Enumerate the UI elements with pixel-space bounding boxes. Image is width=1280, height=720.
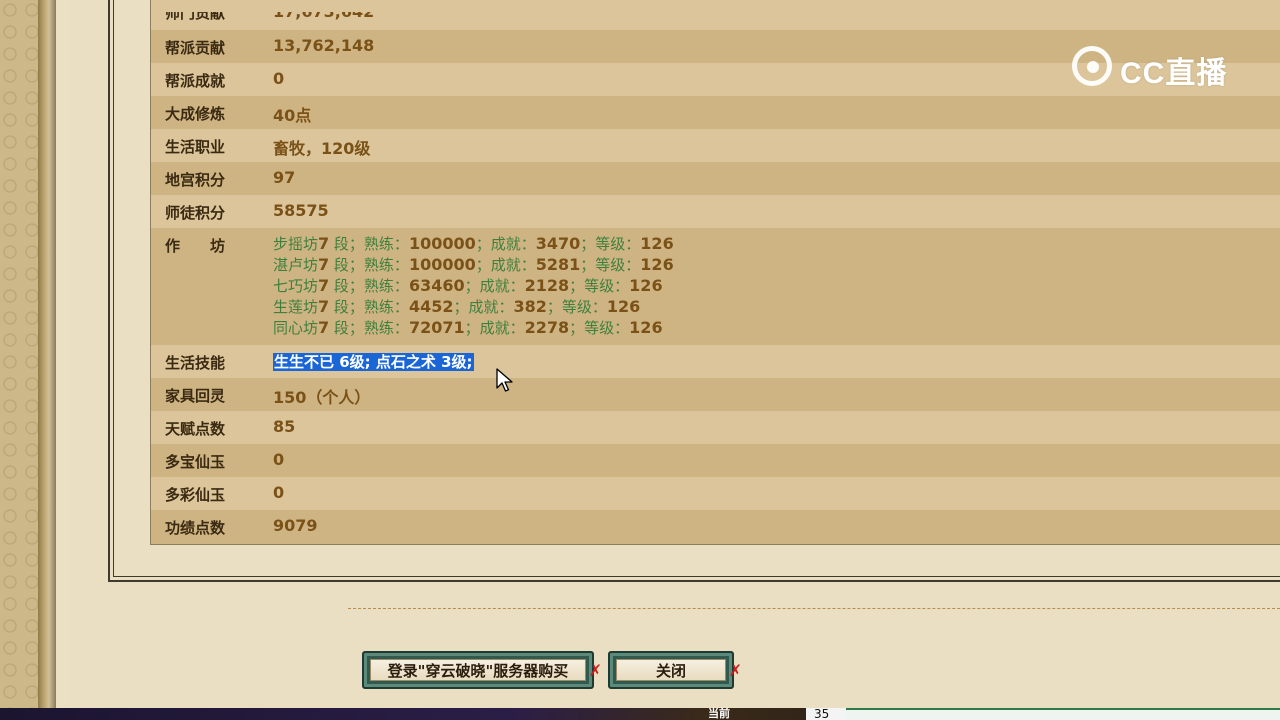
close-button[interactable]: 关闭 ✗ (608, 651, 742, 689)
ribbon-icon: ✗ (728, 661, 742, 680)
cc-live-logo: CC直播 (1070, 44, 1242, 92)
row-label: 作 坊 (165, 237, 226, 255)
row-label: 生活职业 (165, 138, 226, 156)
row-label: 多宝仙玉 (165, 453, 226, 471)
row-label: 帮派贡献 (165, 39, 226, 57)
table-row: 天赋点数 85 (151, 411, 1280, 444)
row-value: 17,673,642 (273, 2, 375, 21)
table-row: 大成修炼 40点 (151, 96, 1280, 129)
row-value: 0 (273, 69, 285, 88)
table-row: 生活技能 生生不已 6级; 点石之术 3级; (151, 345, 1280, 378)
table-row: 师徒积分 58575 (151, 195, 1280, 228)
row-label: 家具回灵 (165, 387, 226, 405)
table-row: 地宫积分 97 (151, 162, 1280, 195)
row-value: 58575 (273, 201, 329, 220)
buy-on-server-button[interactable]: 登录"穿云破晓"服务器购买 ✗ (362, 651, 602, 689)
row-value: 97 (273, 168, 296, 187)
row-value: 85 (273, 417, 296, 436)
game-bottom-bar: 当前 35 (0, 708, 1280, 720)
cc-logo-icon (1072, 46, 1112, 86)
row-value: 畜牧，120级 (273, 139, 371, 158)
row-label: 大成修炼 (165, 105, 226, 123)
row-value: 0 (273, 450, 285, 469)
table-row: 多宝仙玉 0 (151, 444, 1280, 477)
row-label: 帮派成就 (165, 72, 226, 90)
left-border-inner (56, 0, 71, 710)
bottom-panel (846, 708, 1280, 720)
row-value: 0 (273, 483, 285, 502)
table-row: 多彩仙玉 0 (151, 477, 1280, 510)
row-label: 多彩仙玉 (165, 486, 226, 504)
selected-text[interactable]: 生生不已 6级; 点石之术 3级; (273, 353, 474, 371)
table-row: 生活职业 畜牧，120级 (151, 129, 1280, 162)
workshop-line: 湛卢坊7 段；熟练：100000；成就：5281；等级：126 (273, 255, 674, 274)
close-button-label[interactable]: 关闭 (616, 659, 726, 681)
workshop-row: 作 坊 步摇坊7 段；熟练：100000；成就：3470；等级：126 湛卢坊7… (151, 228, 1280, 345)
row-value: 40点 (273, 106, 312, 125)
buy-on-server-button-label[interactable]: 登录"穿云破晓"服务器购买 (370, 659, 586, 681)
table-row: 师门贡献 17,673,642 (151, 0, 1280, 30)
divider (348, 608, 1280, 609)
row-label: 功绩点数 (165, 519, 226, 537)
mouse-cursor-icon (496, 368, 513, 392)
table-row: 家具回灵 150（个人） (151, 378, 1280, 411)
workshop-line: 同心坊7 段；熟练：72071；成就：2278；等级：126 (273, 318, 663, 337)
row-value: 13,762,148 (273, 36, 375, 55)
left-border (38, 0, 56, 710)
ribbon-icon: ✗ (588, 661, 602, 680)
row-label: 天赋点数 (165, 420, 226, 438)
row-label: 师门贡献 (165, 4, 226, 22)
bottom-tag: 当前 (708, 707, 730, 720)
row-label: 地宫积分 (165, 171, 226, 189)
workshop-line: 步摇坊7 段；熟练：100000；成就：3470；等级：126 (273, 234, 674, 253)
bottom-number: 35 (806, 708, 850, 720)
life-skill-value[interactable]: 生生不已 6级; 点石之术 3级; (273, 351, 474, 372)
row-label: 师徒积分 (165, 204, 226, 222)
table-row: 功绩点数 9079 (151, 510, 1280, 544)
row-value: 150（个人） (273, 388, 371, 407)
workshop-line: 七巧坊7 段；熟练：63460；成就：2128；等级：126 (273, 276, 663, 295)
workshop-line: 生莲坊7 段；熟练：4452；成就：382；等级：126 (273, 297, 641, 316)
row-label: 生活技能 (165, 354, 226, 372)
row-value: 9079 (273, 516, 318, 535)
